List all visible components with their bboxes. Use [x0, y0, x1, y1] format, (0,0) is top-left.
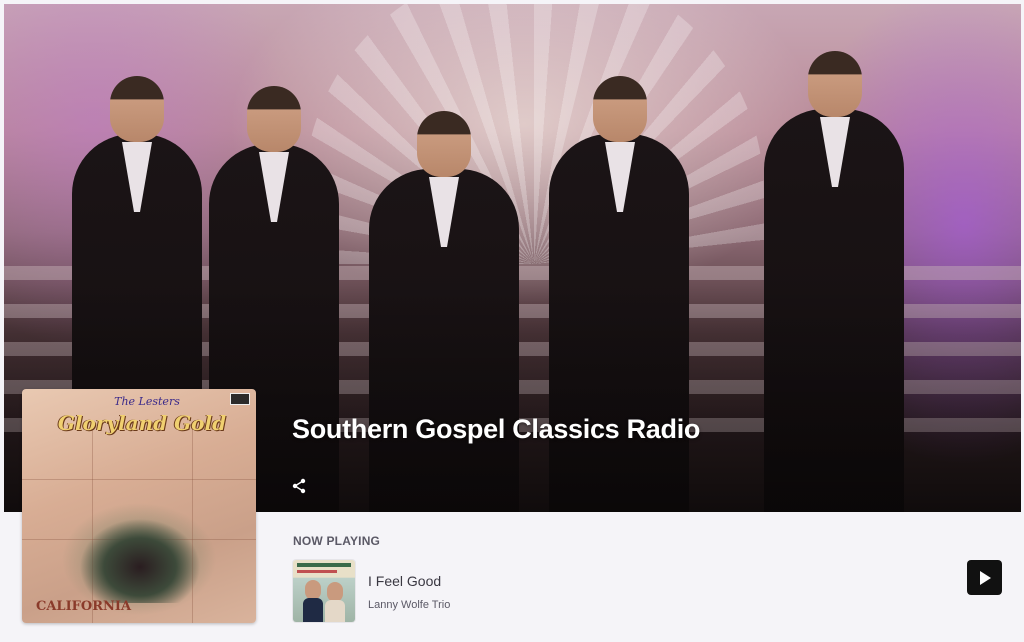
play-icon — [979, 570, 991, 585]
track-title: I Feel Good — [368, 573, 442, 589]
share-button[interactable] — [289, 476, 309, 496]
now-playing-label: NOW PLAYING — [293, 534, 381, 548]
album-title: Gloryland Gold — [57, 411, 227, 435]
track-artist[interactable]: Lanny Wolfe Trio — [368, 599, 450, 611]
station-title: Southern Gospel Classics Radio — [292, 414, 701, 444]
record-label-logo — [230, 393, 250, 405]
album-footer-text: CALIFORNIA — [36, 599, 132, 614]
station-album-art: The Lesters Gloryland Gold CALIFORNIA — [22, 389, 256, 623]
track-album-art — [293, 560, 355, 622]
play-button[interactable] — [967, 560, 1002, 595]
station-page: The Lesters Gloryland Gold CALIFORNIA So… — [0, 0, 1024, 642]
album-subtitle: The Lesters — [114, 395, 180, 408]
share-icon — [292, 478, 306, 494]
album-cover-photo — [80, 507, 200, 603]
